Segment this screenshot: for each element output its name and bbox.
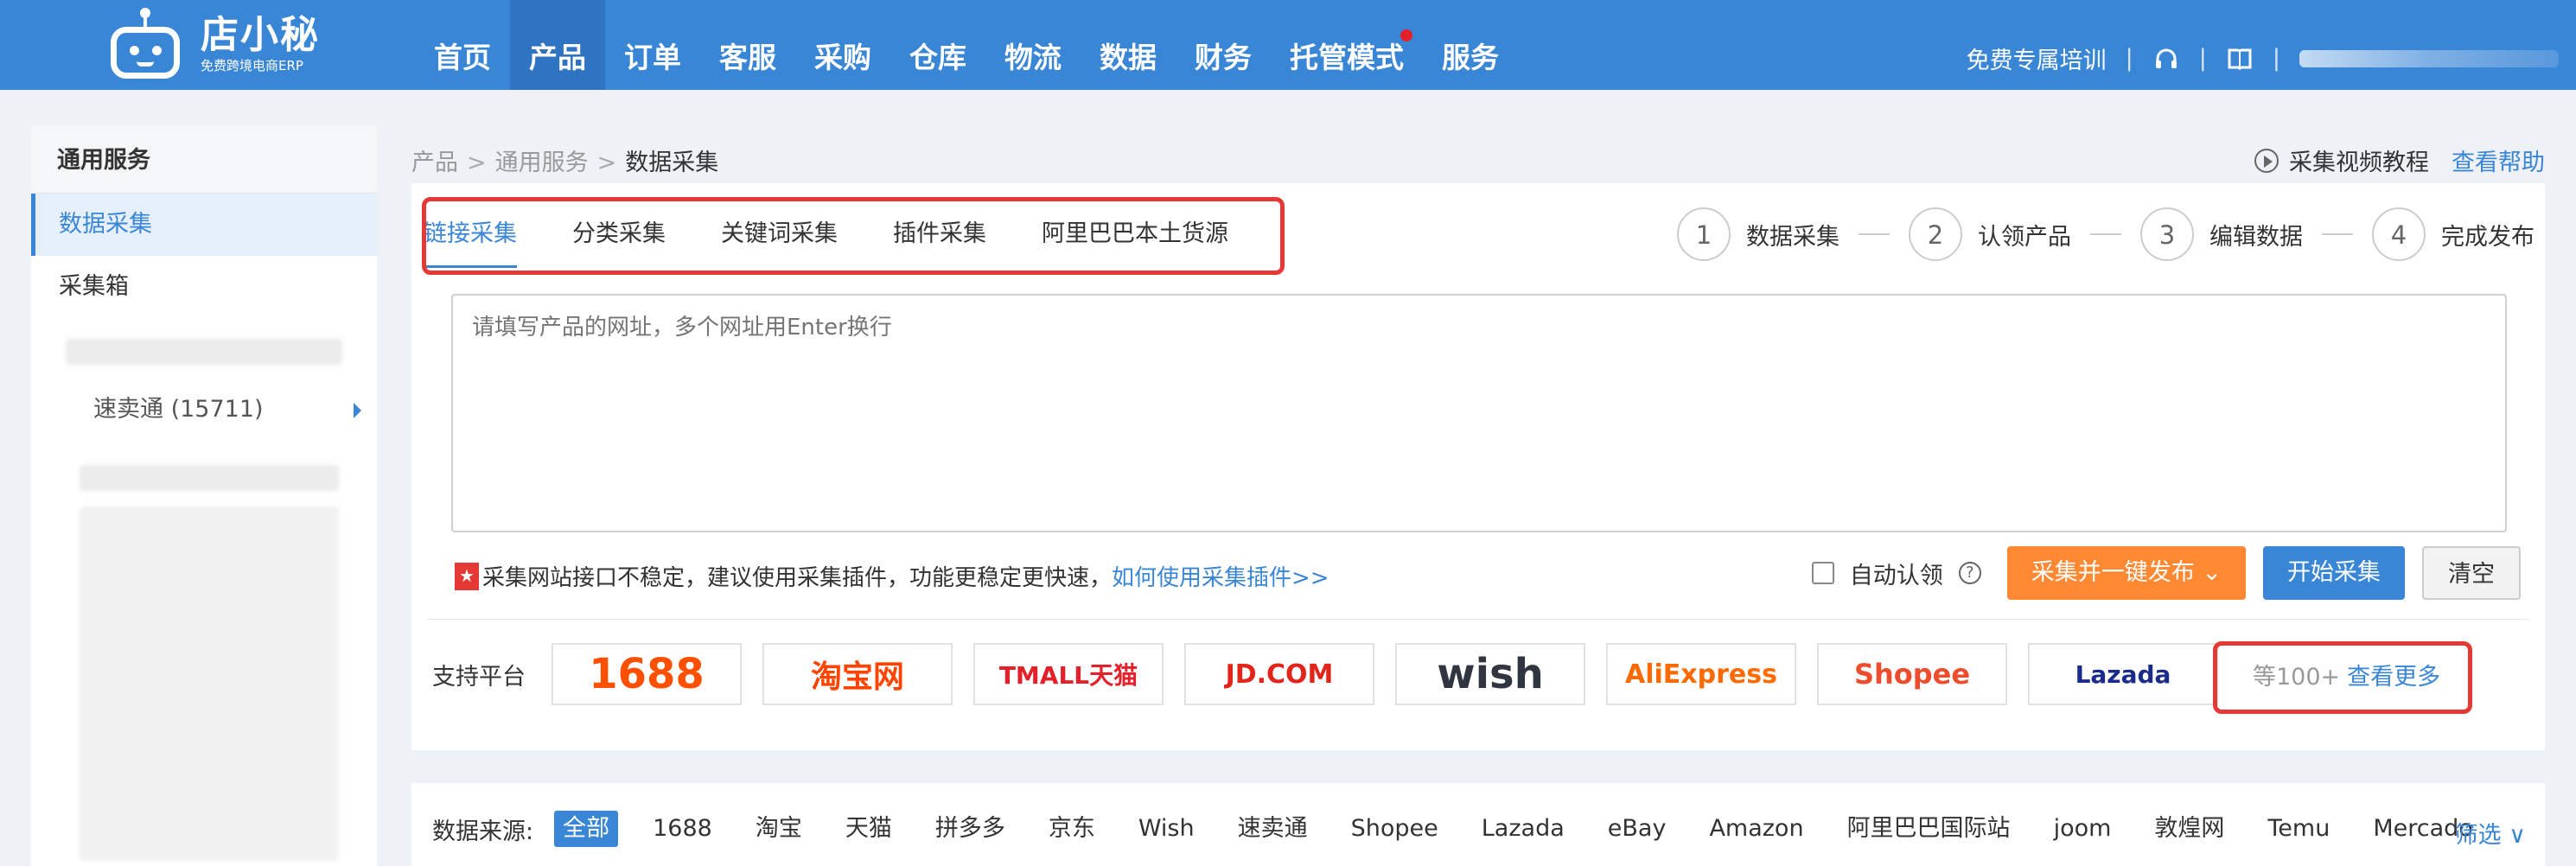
top-right-tools: 免费专属培训 | | | (1967, 41, 2559, 75)
auto-claim-label: 自动认领 (1849, 562, 1943, 589)
breadcrumb: 产品 > 通用服务 > 数据采集 (411, 150, 719, 176)
star-flag-icon: ★ (455, 562, 479, 590)
platforms-label: 支持平台 (432, 663, 526, 691)
nav-item-orders[interactable]: 订单 (605, 0, 700, 90)
nav-item-data[interactable]: 数据 (1081, 0, 1176, 90)
step-number: 1 (1677, 207, 1731, 261)
top-navbar: 店小秘 免费跨境电商ERP 首页 产品 订单 客服 采购 仓库 物流 数据 财务… (0, 0, 2576, 90)
chip-all[interactable]: 全部 (554, 811, 619, 847)
sidebar-sub-item-aliexpress[interactable]: 速卖通 (15711) (93, 392, 361, 427)
chip-amazon[interactable]: Amazon (1700, 811, 1812, 847)
nav-item-purchase[interactable]: 采购 (795, 0, 890, 90)
collection-notice: ★ 采集网站接口不稳定，建议使用采集插件，功能更稳定更快速， 如何使用采集插件>… (455, 560, 1329, 592)
book-icon[interactable] (2226, 45, 2254, 73)
headset-icon[interactable] (2152, 45, 2180, 73)
chip-pinduoduo[interactable]: 拼多多 (927, 811, 1014, 847)
view-help-link[interactable]: 查看帮助 (2452, 143, 2545, 177)
collect-publish-button[interactable]: 采集并一键发布 ⌄ (2006, 546, 2246, 600)
platform-logo-wish: wish (1395, 643, 1585, 705)
chip-temu[interactable]: Temu (2259, 811, 2338, 847)
highlight-box (422, 197, 1285, 275)
nav-item-logistics[interactable]: 物流 (985, 0, 1081, 90)
clear-button[interactable]: 清空 (2422, 546, 2521, 600)
step-number: 2 (1909, 207, 1962, 261)
step-label: 认领产品 (1978, 223, 2071, 251)
user-account-blurred[interactable] (2299, 49, 2559, 67)
step-number: 4 (2372, 207, 2426, 261)
nav-item-finance[interactable]: 财务 (1176, 0, 1271, 90)
platform-logo-jd: JD.COM (1184, 643, 1374, 705)
breadcrumb-item[interactable]: 产品 (411, 150, 458, 176)
chevron-down-icon: ⌄ (2202, 559, 2222, 586)
collection-card: 链接采集 分类采集 关键词采集 插件采集 阿里巴巴本土货源 1 数据采集 2 认领产… (411, 183, 2545, 750)
step-label: 数据采集 (1746, 223, 1840, 251)
chip-alibaba-intl[interactable]: 阿里巴巴国际站 (1839, 811, 2019, 847)
auto-claim-checkbox[interactable] (1811, 562, 1834, 584)
platform-logo-taobao: 淘宝网 (762, 643, 953, 705)
platform-logo-tmall: TMALL天猫 (973, 643, 1164, 705)
supported-platforms: 支持平台 1688 淘宝网 TMALL天猫 JD.COM wish AliExp… (432, 643, 2440, 705)
blurred-region (66, 339, 342, 365)
robot-logo-icon (102, 8, 188, 80)
chip-tmall[interactable]: 天猫 (837, 811, 901, 847)
nav-item-products[interactable]: 产品 (510, 0, 605, 90)
source-label: 数据来源: (432, 818, 534, 845)
platform-logo-lazada: Lazada (2028, 643, 2218, 705)
nav-item-home[interactable]: 首页 (415, 0, 510, 90)
logo-subtitle: 免费跨境电商ERP (201, 58, 303, 73)
blurred-region (80, 506, 339, 861)
step-number: 3 (2140, 207, 2194, 261)
plugin-howto-link[interactable]: 如何使用采集插件>> (1112, 560, 1329, 592)
help-links: 采集视频教程 查看帮助 (2254, 143, 2545, 177)
platform-logo-shopee: Shopee (1817, 643, 2007, 705)
sidebar: 通用服务 数据采集 采集箱 速卖通 (15711) (31, 126, 377, 866)
collection-actions: 自动认领 ? 采集并一键发布 ⌄ 开始采集 清空 (1811, 546, 2521, 600)
step-label: 编辑数据 (2209, 223, 2303, 251)
caret-right-icon (354, 403, 361, 418)
notice-text: 采集网站接口不稳定，建议使用采集插件，功能更稳定更快速， (482, 565, 1113, 591)
chip-ebay[interactable]: eBay (1599, 811, 1675, 847)
sidebar-item-collection-box[interactable]: 采集箱 (31, 256, 377, 318)
breadcrumb-item[interactable]: 通用服务 (495, 150, 589, 176)
logo-name: 店小秘 (201, 13, 320, 57)
nav-item-hosting[interactable]: 托管模式 (1271, 0, 1423, 90)
logo[interactable]: 店小秘 免费跨境电商ERP (102, 5, 320, 83)
sidebar-title: 通用服务 (31, 126, 377, 194)
step-label: 完成发布 (2441, 223, 2535, 251)
nav-item-customer-service[interactable]: 客服 (700, 0, 795, 90)
chip-1688[interactable]: 1688 (644, 811, 721, 847)
chip-dhgate[interactable]: 敦煌网 (2146, 811, 2233, 847)
notification-dot (1400, 29, 1412, 41)
chip-shopee[interactable]: Shopee (1342, 811, 1447, 847)
question-icon[interactable]: ? (1958, 562, 1981, 584)
platform-logo-1688: 1688 (552, 643, 742, 705)
filter-button[interactable]: 筛选 ∨ (2455, 816, 2526, 850)
breadcrumb-current: 数据采集 (625, 150, 719, 176)
chip-lazada[interactable]: Lazada (1473, 811, 1573, 847)
data-source-filter: 数据来源: 全部 1688 淘宝 天猫 拼多多 京东 Wish 速卖通 Shop… (411, 783, 2545, 866)
chip-joom[interactable]: joom (2045, 811, 2120, 847)
divider (427, 619, 2529, 620)
nav-item-services[interactable]: 服务 (1423, 0, 1518, 90)
chip-aliexpress[interactable]: 速卖通 (1229, 811, 1317, 847)
chip-taobao[interactable]: 淘宝 (747, 811, 811, 847)
sidebar-item-data-collection[interactable]: 数据采集 (31, 194, 377, 256)
source-chips: 数据来源: 全部 1688 淘宝 天猫 拼多多 京东 Wish 速卖通 Shop… (432, 811, 2508, 847)
free-training-link[interactable]: 免费专属培训 (1967, 41, 2107, 75)
progress-steps: 1 数据采集 2 认领产品 3 编辑数据 4 完成发布 (1677, 207, 2535, 261)
start-collection-button[interactable]: 开始采集 (2263, 546, 2405, 600)
play-icon (2254, 148, 2279, 173)
chip-jd[interactable]: 京东 (1040, 811, 1104, 847)
main-nav: 首页 产品 订单 客服 采购 仓库 物流 数据 财务 托管模式 服务 (415, 0, 1518, 90)
nav-item-warehouse[interactable]: 仓库 (890, 0, 985, 90)
product-url-input[interactable] (451, 294, 2507, 532)
platform-logo-aliexpress: AliExpress (1606, 643, 1796, 705)
highlight-box (2213, 641, 2472, 714)
chip-wish[interactable]: Wish (1130, 811, 1203, 847)
video-tutorial-link[interactable]: 采集视频教程 (2289, 143, 2429, 177)
blurred-region (80, 465, 339, 491)
